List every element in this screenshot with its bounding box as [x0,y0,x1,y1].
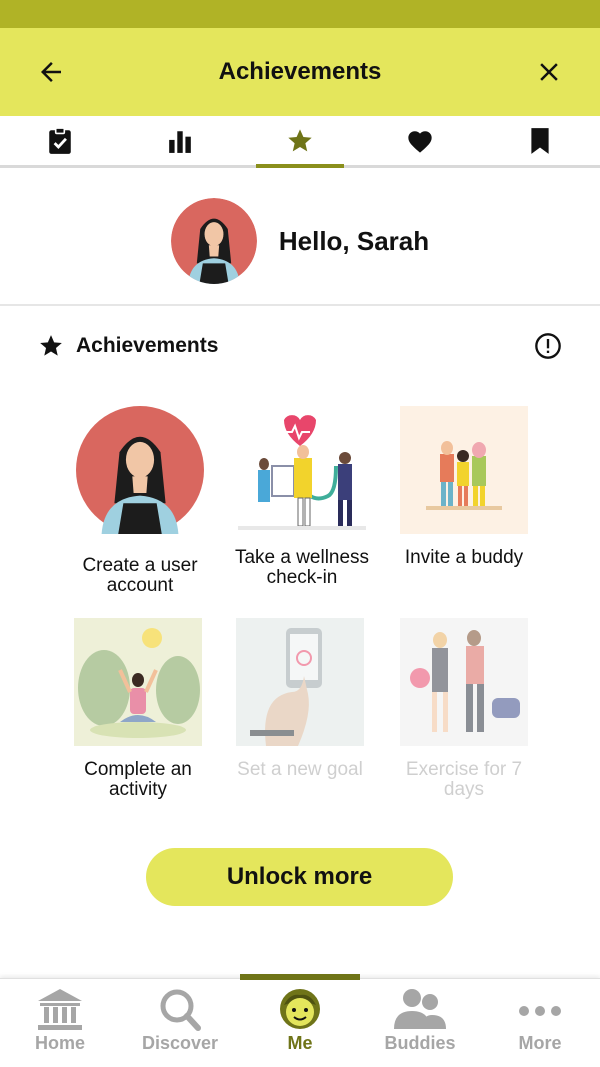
app-bar: Achievements [0,28,600,116]
bookmark-icon [531,127,549,154]
achievement-complete-activity[interactable]: Complete an activity [58,618,218,800]
achievement-wellness-checkin[interactable]: Take a wellness check-in [222,406,382,588]
profile-card: Hello, Sarah [0,178,600,306]
bank-icon [38,989,82,1030]
achievement-caption: Take a wellness check-in [234,547,370,588]
tab-checklist[interactable] [0,116,120,165]
tab-achievements[interactable] [240,116,360,168]
achievement-caption: Create a user account [82,555,198,596]
heart-icon [408,130,432,153]
tab-bar [0,116,600,168]
greeting: Hello, Sarah [278,225,430,256]
exercise-illustration [400,618,528,746]
tab-saved[interactable] [480,116,600,165]
unlock-more-button[interactable]: Unlock more [146,848,453,906]
achievement-set-goal[interactable]: Set a new goal [220,618,380,780]
buddies-illustration [400,406,528,534]
star-icon [40,335,62,356]
avatar-image [170,198,257,284]
page-title: Achievements [218,58,382,85]
nav-me[interactable]: Me [240,974,360,1067]
more-dots-icon [519,1006,561,1016]
achievements-header: Achievements [38,326,562,366]
achievement-invite-buddy[interactable]: Invite a buddy [384,406,544,568]
nav-label: Discover [141,1033,219,1053]
achievement-caption: Invite a buddy [404,547,524,568]
achievement-exercise-7-days[interactable]: Exercise for 7 days [384,618,544,800]
profile-illustration [76,406,204,534]
nav-more[interactable]: More [480,979,600,1067]
close-icon [540,63,558,81]
achievement-create-account[interactable]: Create a user account [60,406,220,596]
face-icon [280,989,320,1029]
nav-label: Home [34,1033,85,1053]
info-icon[interactable] [534,332,562,360]
status-bar [0,0,600,28]
nav-label: More [518,1033,562,1053]
achievement-caption: Set a new goal [237,759,363,780]
nav-discover[interactable]: Discover [120,979,240,1067]
avatar[interactable] [170,198,257,284]
tab-favorites[interactable] [360,116,480,165]
achievement-caption: Exercise for 7 days [405,759,523,800]
goal-illustration [236,618,364,746]
bottom-nav: Home Discover Me Buddies More [0,974,600,1067]
nav-label: Me [287,1033,313,1053]
yoga-illustration [74,618,202,746]
search-icon [160,989,201,1031]
bar-chart-icon [169,130,191,153]
back-button[interactable] [24,45,78,99]
tab-stats[interactable] [120,116,240,165]
nav-buddies[interactable]: Buddies [360,979,480,1067]
nav-home[interactable]: Home [0,979,120,1067]
clipboard-check-icon [49,126,71,154]
nav-label: Buddies [384,1033,456,1053]
section-title: Achievements [76,334,219,357]
star-icon [288,128,312,151]
achievement-caption: Complete an activity [84,759,192,800]
wellness-illustration [238,406,366,534]
people-icon [394,989,446,1029]
close-button[interactable] [522,45,576,99]
arrow-left-icon [41,62,61,82]
